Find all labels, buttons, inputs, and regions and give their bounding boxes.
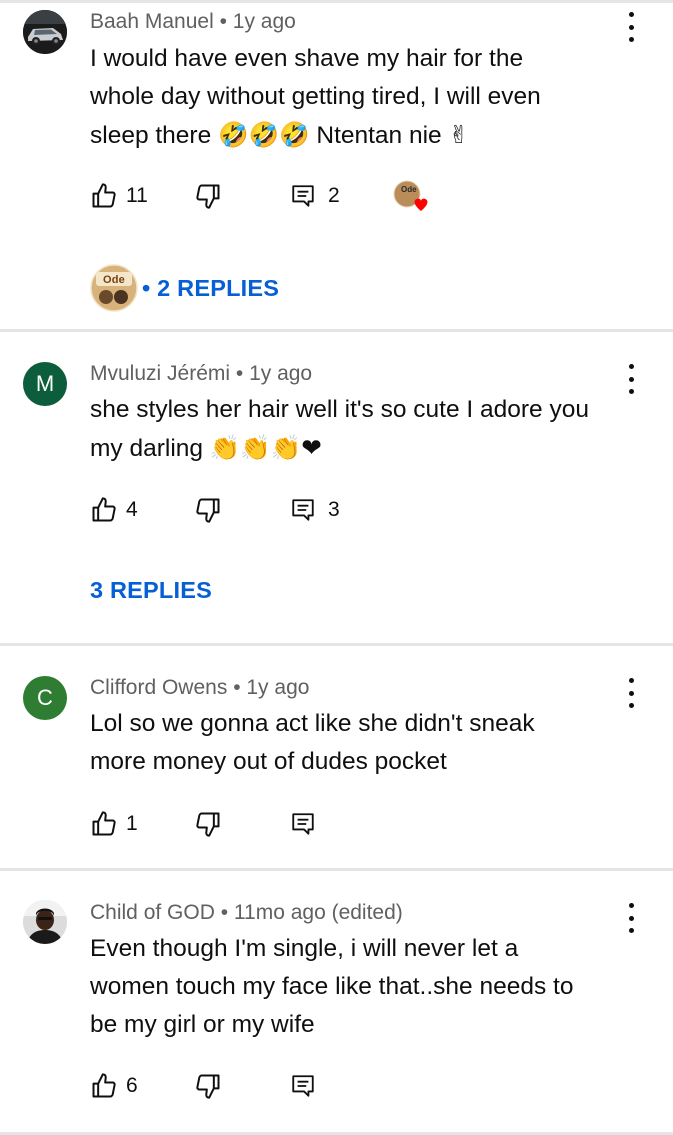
- thumbs-up-icon: [92, 497, 116, 522]
- comment-line: my darling 👏👏👏❤: [90, 429, 630, 468]
- author-name[interactable]: Clifford Owens: [90, 676, 227, 699]
- dislike-button[interactable]: [194, 494, 222, 526]
- comment-meta: Baah Manuel • 1y ago: [90, 10, 296, 34]
- thumbs-down-icon: [196, 1074, 220, 1099]
- comment-line: Even though I'm single, i will never let…: [90, 935, 519, 962]
- like-count: 11: [126, 184, 148, 207]
- thumbs-up-icon: [92, 183, 116, 208]
- comment-2: M Mvuluzi Jérémi • 1y ago she styles her…: [0, 332, 673, 646]
- reply-count: 2: [328, 184, 340, 207]
- dislike-button[interactable]: [194, 808, 222, 840]
- reply-button[interactable]: [290, 808, 316, 840]
- reply-button[interactable]: 2: [290, 180, 340, 212]
- reply-count: 3: [328, 498, 340, 521]
- meta-separator: •: [220, 901, 234, 924]
- more-vert-icon[interactable]: [625, 903, 637, 933]
- avatar[interactable]: C: [23, 676, 67, 720]
- reply-icon: [292, 813, 314, 835]
- comment-text: Even though I'm single, i will never let…: [90, 930, 630, 1044]
- comment-line: Lol so we gonna act like she didn't snea…: [90, 710, 535, 737]
- reply-icon: [292, 499, 314, 521]
- comment-line: be my girl or my wife: [90, 1011, 315, 1038]
- creator-heart: Ode: [392, 180, 430, 212]
- comment-4: Child of GOD • 11mo ago (edited) Even th…: [0, 871, 673, 1135]
- like-count: 4: [126, 498, 138, 521]
- thumbs-down-icon: [196, 498, 220, 523]
- comment-meta: Mvuluzi Jérémi • 1y ago: [90, 362, 312, 386]
- reply-icon: [292, 1075, 314, 1097]
- creator-heart-icon: Ode: [393, 180, 428, 211]
- timestamp: 11mo ago (edited): [233, 901, 403, 924]
- thumbs-down-icon: [196, 184, 220, 209]
- comment-line: sleep there 🤣🤣🤣 Ntentan nie ✌: [90, 116, 630, 155]
- comment-actions: 1: [90, 808, 650, 840]
- avatar-letter: C: [37, 685, 53, 710]
- victory-hand-emoji: ✌: [448, 120, 470, 149]
- comment-line: I would have even shave my hair for the: [90, 45, 524, 72]
- person-photo-avatar: [23, 900, 67, 944]
- comment-line: she styles her hair well it's so cute I …: [90, 396, 589, 423]
- comment-meta: Child of GOD • 11mo ago (edited): [90, 901, 403, 925]
- meta-separator: •: [235, 362, 250, 385]
- like-count: 6: [126, 1074, 138, 1097]
- timestamp: 1y ago: [246, 676, 310, 699]
- comment-3: C Clifford Owens • 1y ago Lol so we gonn…: [0, 646, 673, 871]
- replies-label[interactable]: • 2 REPLIES: [142, 275, 279, 302]
- comment-text: she styles her hair well it's so cute I …: [90, 391, 630, 468]
- comment-line: more money out of dudes pocket: [90, 748, 447, 775]
- more-vert-icon[interactable]: [625, 12, 637, 42]
- dislike-button[interactable]: [194, 180, 222, 212]
- reply-icon: [292, 185, 314, 207]
- car-photo-avatar: [23, 10, 67, 54]
- reply-avatar: Ode: [90, 264, 138, 312]
- comment-actions: 4 3: [90, 494, 650, 526]
- reply-button[interactable]: 3: [290, 494, 340, 526]
- timestamp: 1y ago: [249, 362, 313, 385]
- author-name[interactable]: Baah Manuel: [90, 10, 214, 33]
- text-segment: sleep there: [90, 122, 219, 149]
- comment-1: Baah Manuel • 1y ago I would have even s…: [0, 3, 673, 332]
- like-button[interactable]: 11: [90, 180, 148, 212]
- reply-button[interactable]: [290, 1070, 316, 1102]
- timestamp: 1y ago: [232, 10, 296, 33]
- thumbs-up-icon: [92, 1073, 116, 1098]
- more-vert-icon[interactable]: [625, 678, 637, 708]
- text-segment: my darling: [90, 435, 210, 462]
- more-vert-icon[interactable]: [625, 364, 637, 394]
- text-segment: Ntentan nie: [309, 122, 449, 149]
- badge-text: Ode: [103, 274, 125, 286]
- thumbs-down-icon: [196, 812, 220, 837]
- meta-separator: •: [233, 676, 247, 699]
- comment-meta: Clifford Owens • 1y ago: [90, 676, 309, 700]
- avatar[interactable]: [23, 900, 67, 944]
- view-replies-button[interactable]: 3 REPLIES: [90, 577, 212, 604]
- dislike-button[interactable]: [194, 1070, 222, 1102]
- like-button[interactable]: 6: [90, 1070, 138, 1102]
- clapping-hands-emoji: 👏👏👏❤: [209, 433, 322, 462]
- avatar[interactable]: M: [23, 362, 67, 406]
- like-button[interactable]: 1: [90, 808, 138, 840]
- comment-line: whole day without getting tired, I will …: [90, 83, 541, 110]
- like-count: 1: [126, 812, 138, 835]
- comment-text: Lol so we gonna act like she didn't snea…: [90, 705, 630, 781]
- comment-actions: 11 2 Ode: [90, 180, 650, 212]
- avatar[interactable]: [23, 10, 67, 54]
- thumbs-up-icon: [92, 811, 116, 836]
- author-name[interactable]: Mvuluzi Jérémi: [90, 362, 230, 385]
- view-replies-button[interactable]: Ode • 2 REPLIES: [90, 264, 279, 312]
- author-name[interactable]: Child of GOD: [90, 901, 215, 924]
- replies-label[interactable]: 3 REPLIES: [90, 577, 212, 604]
- comment-text: I would have even shave my hair for the …: [90, 40, 630, 155]
- comment-line: women touch my face like that..she needs…: [90, 973, 574, 1000]
- avatar-letter: M: [35, 371, 55, 396]
- meta-separator: •: [219, 10, 233, 33]
- rofl-emoji: 🤣🤣🤣: [218, 120, 310, 149]
- comment-actions: 6: [90, 1070, 650, 1102]
- badge-text: Ode: [401, 185, 417, 194]
- like-button[interactable]: 4: [90, 494, 138, 526]
